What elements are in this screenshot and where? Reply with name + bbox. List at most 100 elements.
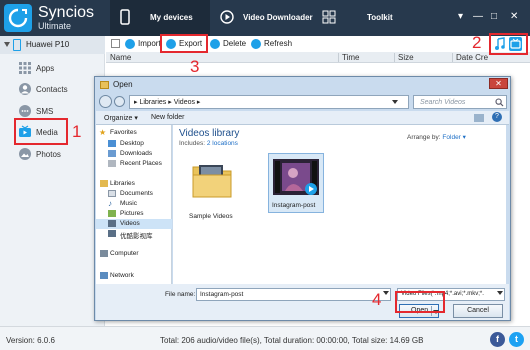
app-subtitle: Ultimate: [38, 21, 72, 31]
sidebar-item-apps[interactable]: Apps: [0, 57, 105, 79]
nav-desktop[interactable]: Desktop: [96, 139, 172, 149]
file-name-input[interactable]: Instagram-post: [196, 288, 391, 301]
import-label: Import: [138, 39, 161, 48]
search-videos-input[interactable]: Search Videos: [413, 95, 507, 109]
file-name-label: File name:: [165, 291, 196, 298]
nav-label: Documents: [120, 190, 153, 197]
nav-youku-library[interactable]: 优酷影视库: [96, 229, 172, 240]
nav-network[interactable]: Network: [96, 271, 172, 281]
instagram-post-video[interactable]: Instagram-post: [268, 153, 324, 213]
column-size[interactable]: Size: [398, 53, 414, 62]
nav-computer[interactable]: Computer: [96, 249, 172, 259]
select-all-checkbox[interactable]: [111, 39, 120, 48]
minimize-button[interactable]: —: [473, 11, 483, 22]
close-button[interactable]: ✕: [510, 11, 518, 22]
delete-icon: [210, 39, 220, 49]
list-header: Name Time Size Date Cre: [106, 52, 530, 63]
arrange-by: Arrange by: Folder ▾: [407, 133, 466, 141]
nav-recent-places[interactable]: Recent Places: [96, 159, 172, 169]
file-list-pane: Videos library Includes: 2 locations Arr…: [173, 125, 506, 284]
phone-icon: [120, 9, 130, 25]
facebook-icon[interactable]: f: [490, 332, 505, 347]
library-icon: [108, 230, 116, 237]
version-text: Version: 6.0.6: [6, 336, 55, 345]
column-name[interactable]: Name: [110, 53, 131, 62]
nav-label: Pictures: [120, 210, 144, 217]
cancel-button[interactable]: Cancel: [453, 304, 503, 318]
arrange-dropdown[interactable]: Folder ▾: [442, 134, 466, 141]
forward-arrow-icon[interactable]: [114, 96, 125, 107]
status-bar: Version: 6.0.6 Total: 206 audio/video fi…: [0, 326, 530, 350]
nav-favorites[interactable]: ★ Favorites: [96, 128, 172, 138]
twitter-icon[interactable]: t: [509, 332, 524, 347]
export-highlight-box: [160, 34, 208, 53]
column-divider: [394, 53, 395, 62]
tab-toolkit[interactable]: Toolkit: [318, 0, 398, 36]
dialog-folder-icon: [100, 81, 109, 89]
device-selector[interactable]: Huawei P10: [0, 36, 105, 54]
sample-videos-label: Sample Videos: [189, 213, 233, 220]
grid-icon: [322, 10, 336, 24]
chevron-down-icon[interactable]: [392, 100, 398, 104]
address-bar[interactable]: ▸ Libraries ▸ Videos ▸: [129, 95, 409, 109]
tab-video-downloader-label: Video Downloader: [243, 13, 313, 22]
nav-label: Favorites: [110, 129, 137, 136]
column-divider: [452, 53, 453, 62]
arrange-label: Arrange by:: [407, 134, 441, 141]
nav-libraries[interactable]: Libraries: [96, 179, 172, 189]
includes-label: Includes:: [179, 140, 206, 147]
nav-documents[interactable]: Documents: [96, 189, 172, 199]
library-title: Videos library: [179, 128, 240, 139]
tab-video-downloader[interactable]: Video Downloader: [215, 0, 313, 36]
sidebar-item-label: SMS: [36, 107, 54, 116]
libraries-icon: [100, 180, 108, 187]
nav-pictures[interactable]: Pictures: [96, 209, 172, 219]
nav-videos[interactable]: Videos: [96, 219, 172, 229]
dialog-close-button[interactable]: ✕: [489, 78, 508, 89]
tab-my-devices[interactable]: My devices: [110, 0, 210, 36]
back-arrow-icon[interactable]: [99, 95, 112, 108]
new-folder-button[interactable]: New folder: [151, 114, 184, 121]
documents-icon: [108, 190, 116, 197]
organize-button[interactable]: Organize ▾: [104, 114, 138, 122]
video-thumbnail: [273, 159, 319, 195]
nav-label: Downloads: [120, 150, 153, 157]
chevron-down-icon[interactable]: [383, 291, 389, 295]
play-icon: [220, 10, 234, 24]
computer-icon: [100, 250, 108, 257]
media-highlight-box: [14, 118, 68, 145]
help-icon[interactable]: ?: [492, 112, 502, 122]
star-icon: ★: [99, 128, 107, 137]
downloads-icon: [108, 150, 116, 157]
search-icon: [495, 98, 504, 107]
sidebar-item-contacts[interactable]: Contacts: [0, 78, 105, 100]
column-date-created[interactable]: Date Cre: [456, 53, 488, 62]
video-view-highlight-box: [489, 33, 528, 55]
chevron-down-icon: [497, 291, 503, 295]
music-icon: ♪: [108, 199, 112, 208]
import-icon: [125, 39, 135, 49]
nav-label: Desktop: [120, 140, 144, 147]
sample-videos-folder[interactable]: [189, 157, 235, 209]
sidebar-item-photos[interactable]: Photos: [0, 143, 105, 165]
nav-downloads[interactable]: Downloads: [96, 149, 172, 159]
maximize-button[interactable]: □: [491, 11, 497, 22]
locations-link[interactable]: 2 locations: [207, 140, 238, 147]
column-time[interactable]: Time: [342, 53, 359, 62]
photos-icon: [19, 148, 31, 160]
tab-my-devices-label: My devices: [150, 13, 193, 22]
pictures-icon: [108, 210, 116, 217]
menu-dropdown-button[interactable]: ▾: [458, 11, 463, 22]
sidebar-item-label: Photos: [36, 150, 61, 159]
instagram-post-label: Instagram-post: [272, 202, 316, 209]
annotation-number-3: 3: [190, 57, 200, 76]
nav-music[interactable]: ♪ Music: [96, 199, 172, 209]
folder-icon: [192, 165, 232, 198]
apps-icon: [19, 62, 31, 74]
contacts-icon: [19, 83, 31, 95]
chevron-down-icon: [4, 42, 10, 47]
device-name: Huawei P10: [26, 40, 70, 49]
nav-label: Computer: [110, 250, 139, 257]
view-options-icon[interactable]: [474, 114, 484, 122]
column-divider: [338, 53, 339, 62]
